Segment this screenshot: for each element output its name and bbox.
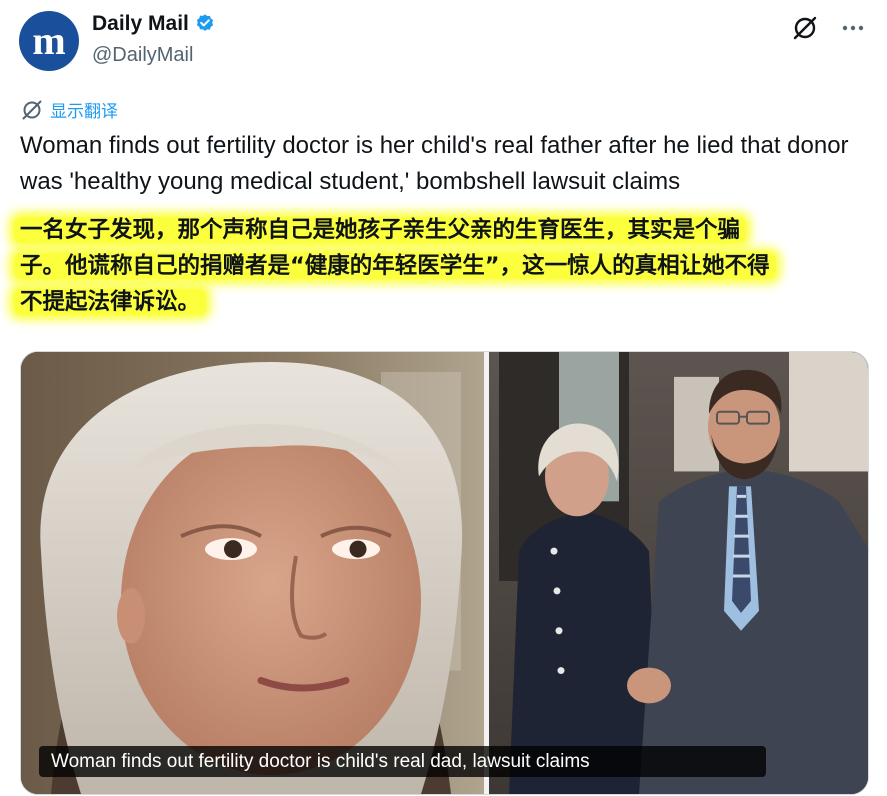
- translation-overlay: 一名女子发现，那个声称自己是她孩子亲生父亲的生育医生，其实是个骗 子。他谎称自己…: [14, 212, 886, 320]
- account-handle[interactable]: @DailyMail: [92, 44, 193, 67]
- account-name-row: Daily Mail: [92, 12, 216, 36]
- top-actions: [789, 12, 869, 44]
- svg-text:m: m: [32, 18, 65, 63]
- translation-line-2: 子。他谎称自己的捐赠者是“健康的年轻医学生”，这一惊人的真相让她不得: [14, 248, 886, 284]
- grok-icon: [793, 16, 817, 40]
- verified-badge-icon: [196, 14, 213, 31]
- couple-photo: [489, 352, 868, 794]
- daily-mail-logo: m: [32, 18, 65, 63]
- avatar[interactable]: m: [19, 11, 79, 71]
- media-caption: Woman finds out fertility doctor is chil…: [39, 746, 766, 777]
- translation-line-1: 一名女子发现，那个声称自己是她孩子亲生父亲的生育医生，其实是个骗: [14, 212, 886, 248]
- translation-line-3: 不提起法律诉讼。: [14, 284, 886, 320]
- media-video[interactable]: Woman finds out fertility doctor is chil…: [20, 351, 869, 795]
- translate-icon: [22, 100, 42, 119]
- woman-closeup-photo: [21, 352, 484, 794]
- show-translation-button[interactable]: 显示翻译: [21, 97, 118, 122]
- grok-button[interactable]: [789, 12, 821, 44]
- tweet-text: Woman finds out fertility doctor is her …: [20, 132, 849, 195]
- show-translation-label: 显示翻译: [50, 102, 118, 122]
- more-icon: [842, 25, 864, 31]
- account-name[interactable]: Daily Mail: [92, 12, 189, 36]
- more-options-button[interactable]: [837, 12, 869, 44]
